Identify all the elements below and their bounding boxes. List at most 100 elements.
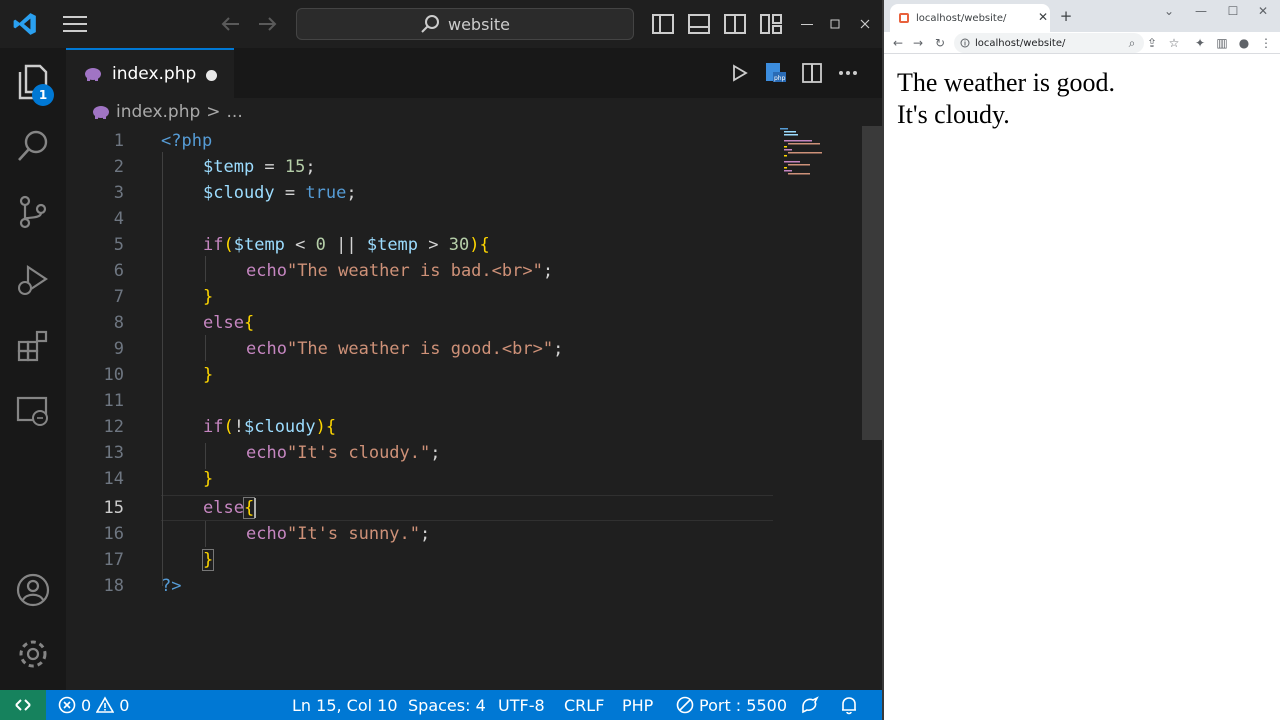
token: } — [203, 365, 214, 385]
notifications-bell-icon[interactable] — [840, 690, 858, 720]
toggle-panel-icon[interactable] — [684, 0, 714, 48]
browser-window: localhost/website/ ✕ + ⌄ — ☐ ✕ ← → ↻ loc… — [884, 0, 1280, 720]
split-editor-icon[interactable] — [794, 48, 830, 98]
forward-arrow-icon[interactable] — [252, 0, 282, 48]
code-line: 14} — [66, 466, 862, 492]
encoding-status[interactable]: UTF-8 — [498, 690, 545, 720]
browser-tab[interactable]: localhost/website/ ✕ — [890, 4, 1050, 32]
forward-arrow-icon[interactable]: → — [908, 32, 928, 54]
token: > — [418, 235, 449, 255]
line-number: 11 — [103, 391, 124, 411]
close-window-icon[interactable] — [850, 0, 880, 48]
minimize-icon[interactable]: — — [1186, 2, 1216, 20]
token: "It's cloudy." — [286, 443, 431, 463]
command-center-text: website — [448, 14, 510, 34]
browser-toolbar: ← → ↻ localhost/website/ ⌕ ⇪ ☆ ✦ ▥ ● ⋮ — [884, 32, 1280, 54]
breadcrumb: index.php > ... — [66, 98, 882, 126]
browser-menu-icon[interactable]: ⋮ — [1256, 32, 1276, 54]
error-icon — [58, 696, 76, 714]
token: ; — [430, 443, 441, 463]
token: true — [305, 183, 347, 203]
code-line: 18 ?> — [66, 573, 862, 599]
warning-count: 0 — [119, 695, 130, 715]
language-mode[interactable]: PHP — [622, 690, 653, 720]
zoom-icon[interactable]: ⌕ — [1122, 32, 1142, 54]
account-icon[interactable] — [0, 560, 66, 620]
token: $temp — [233, 235, 285, 255]
new-tab-icon[interactable]: + — [1056, 6, 1076, 26]
title-bar: website — [0, 0, 882, 48]
search-icon[interactable] — [0, 116, 66, 176]
toggle-secondary-sidebar-icon[interactable] — [720, 0, 750, 48]
settings-gear-icon[interactable] — [0, 624, 66, 684]
token: { — [242, 497, 256, 519]
token: $cloudy — [243, 417, 316, 437]
token: echo — [246, 524, 287, 544]
extensions-puzzle-icon[interactable]: ✦ — [1190, 32, 1210, 54]
php-server-icon[interactable]: php — [758, 48, 794, 98]
code-line: 17} — [66, 547, 862, 573]
unsaved-dot-icon[interactable] — [206, 70, 217, 81]
run-icon[interactable] — [722, 48, 758, 98]
code-line: 2 $temp = 15; — [66, 154, 862, 180]
cursor-position[interactable]: Ln 15, Col 10 — [292, 690, 398, 720]
breadcrumb-file[interactable]: index.php — [116, 102, 200, 122]
line-number: 14 — [103, 469, 124, 489]
reload-icon[interactable]: ↻ — [930, 32, 950, 54]
eol-status[interactable]: CRLF — [564, 690, 604, 720]
maximize-icon[interactable]: ☐ — [1218, 2, 1248, 20]
line-number: 6 — [113, 261, 124, 281]
line-number: 10 — [103, 365, 124, 385]
live-server-port[interactable]: Port : 5500 — [676, 690, 787, 720]
back-arrow-icon[interactable]: ← — [888, 32, 908, 54]
code-line-active: 15 else{ — [66, 495, 862, 521]
toggle-primary-sidebar-icon[interactable] — [648, 0, 678, 48]
address-bar[interactable]: localhost/website/ — [954, 33, 1144, 53]
warning-icon — [96, 696, 115, 713]
code-line: 5 if($temp < 0 || $temp > 30){ — [66, 232, 862, 258]
token: echo — [246, 443, 287, 463]
breadcrumb-symbol[interactable]: ... — [227, 102, 243, 122]
feedback-icon[interactable] — [800, 690, 820, 720]
extensions-icon[interactable] — [0, 316, 66, 376]
vertical-scrollbar-thumb[interactable] — [862, 126, 882, 440]
customize-layout-icon[interactable] — [756, 0, 786, 48]
minimize-icon[interactable] — [792, 0, 822, 48]
line-number: 15 — [103, 498, 124, 518]
chevron-down-icon[interactable]: ⌄ — [1154, 2, 1184, 20]
line-number: 16 — [103, 524, 124, 544]
token: ; — [553, 339, 564, 359]
command-center-search[interactable]: website — [296, 8, 634, 40]
maximize-icon[interactable] — [820, 0, 850, 48]
hamburger-menu-icon[interactable] — [58, 0, 92, 48]
back-arrow-icon[interactable] — [216, 0, 246, 48]
explorer-icon[interactable]: 1 — [0, 52, 66, 112]
bookmark-star-icon[interactable]: ☆ — [1164, 32, 1184, 54]
remote-explorer-icon[interactable] — [0, 382, 66, 442]
tab-index-php[interactable]: index.php — [66, 48, 234, 98]
run-debug-icon[interactable] — [0, 250, 66, 310]
code-line: 8 else{ — [66, 310, 862, 336]
code-editor[interactable]: 1 <?php 2 $temp = 15; 3 $cloudy = true; 4 5… — [66, 126, 862, 690]
profile-avatar[interactable]: ● — [1234, 32, 1254, 54]
close-tab-icon[interactable]: ✕ — [1038, 10, 1048, 24]
tab-filename: index.php — [112, 64, 197, 84]
line-number: 7 — [113, 287, 124, 307]
php-close-tag: ?> — [161, 576, 182, 596]
minimap[interactable] — [778, 126, 834, 186]
line-number: 1 — [113, 131, 124, 151]
source-control-icon[interactable] — [0, 182, 66, 242]
token: { — [325, 417, 337, 437]
remote-indicator-icon[interactable] — [0, 690, 46, 720]
problems-status[interactable]: 0 0 — [58, 690, 129, 720]
url-text: localhost/website/ — [975, 37, 1066, 49]
share-icon[interactable]: ⇪ — [1142, 32, 1162, 54]
token: echo — [246, 261, 287, 281]
indentation-status[interactable]: Spaces: 4 — [408, 690, 486, 720]
code-line: 13 echo"It's cloudy."; — [66, 440, 862, 466]
status-bar: 0 0 Ln 15, Col 10 Spaces: 4 UTF-8 CRLF P… — [0, 690, 882, 720]
more-actions-icon[interactable] — [830, 48, 866, 98]
info-icon — [960, 38, 970, 48]
side-panel-icon[interactable]: ▥ — [1212, 32, 1232, 54]
close-window-icon[interactable]: ✕ — [1248, 2, 1278, 20]
